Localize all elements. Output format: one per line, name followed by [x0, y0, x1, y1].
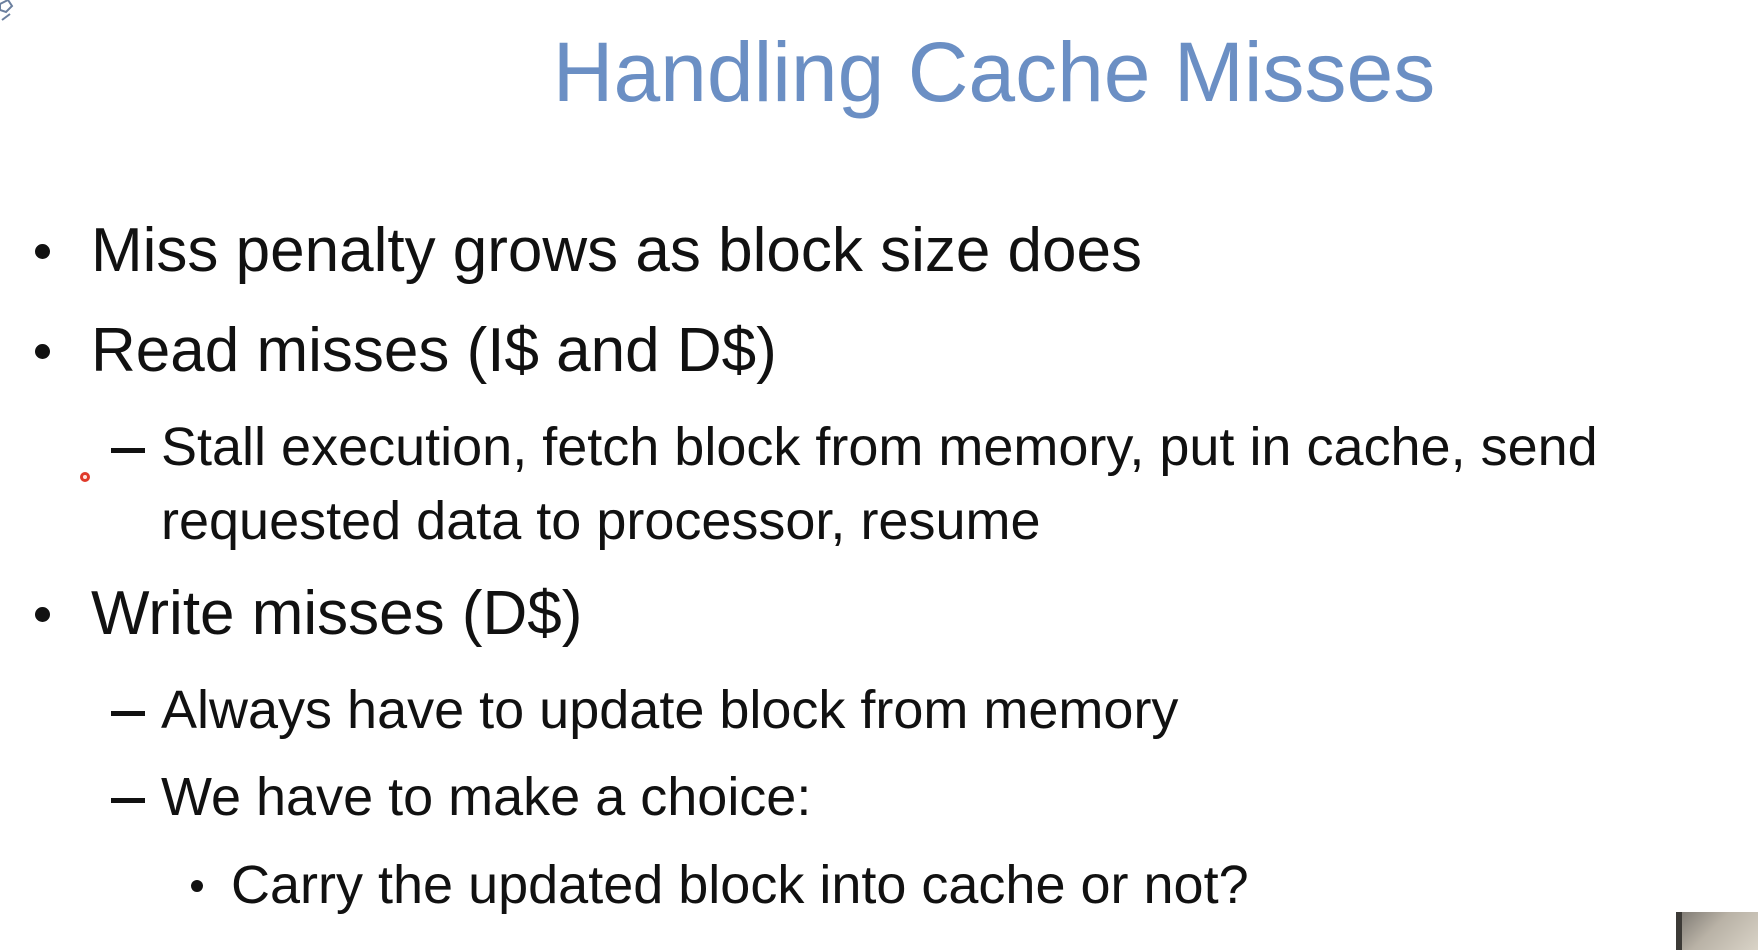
- sub-bullet-stall-line1: Stall execution, fetch block from memory…: [161, 417, 1598, 477]
- sub-bullet-dash: [111, 798, 145, 803]
- pointer-cursor-icon: [80, 472, 90, 482]
- bullet-dot: [35, 344, 50, 359]
- bullet-dot: [35, 244, 50, 259]
- bullet-miss-penalty: Miss penalty grows as block size does: [91, 216, 1143, 285]
- slide-title: Handling Cache Misses: [552, 25, 1436, 119]
- webcam-overlay: [1676, 912, 1758, 950]
- webcam-overlay-edge: [1676, 912, 1682, 950]
- slide: Handling Cache Misses Miss penalty grows…: [0, 0, 1758, 950]
- sub-bullet-dash: [111, 711, 145, 716]
- sub-bullet-stall-line2: requested data to processor, resume: [161, 491, 1041, 551]
- bullet-dot: [35, 607, 50, 622]
- sub-bullet-make-choice: We have to make a choice:: [161, 767, 812, 827]
- bullet-write-misses: Write misses (D$): [91, 579, 583, 648]
- sub-bullet-dash: [111, 448, 145, 453]
- sub-bullet-always-update: Always have to update block from memory: [161, 680, 1179, 740]
- sub-sub-bullet-carry-block: Carry the updated block into cache or no…: [231, 855, 1249, 915]
- sub-sub-bullet-dot: [191, 880, 203, 892]
- bullet-read-misses: Read misses (I$ and D$): [91, 316, 777, 385]
